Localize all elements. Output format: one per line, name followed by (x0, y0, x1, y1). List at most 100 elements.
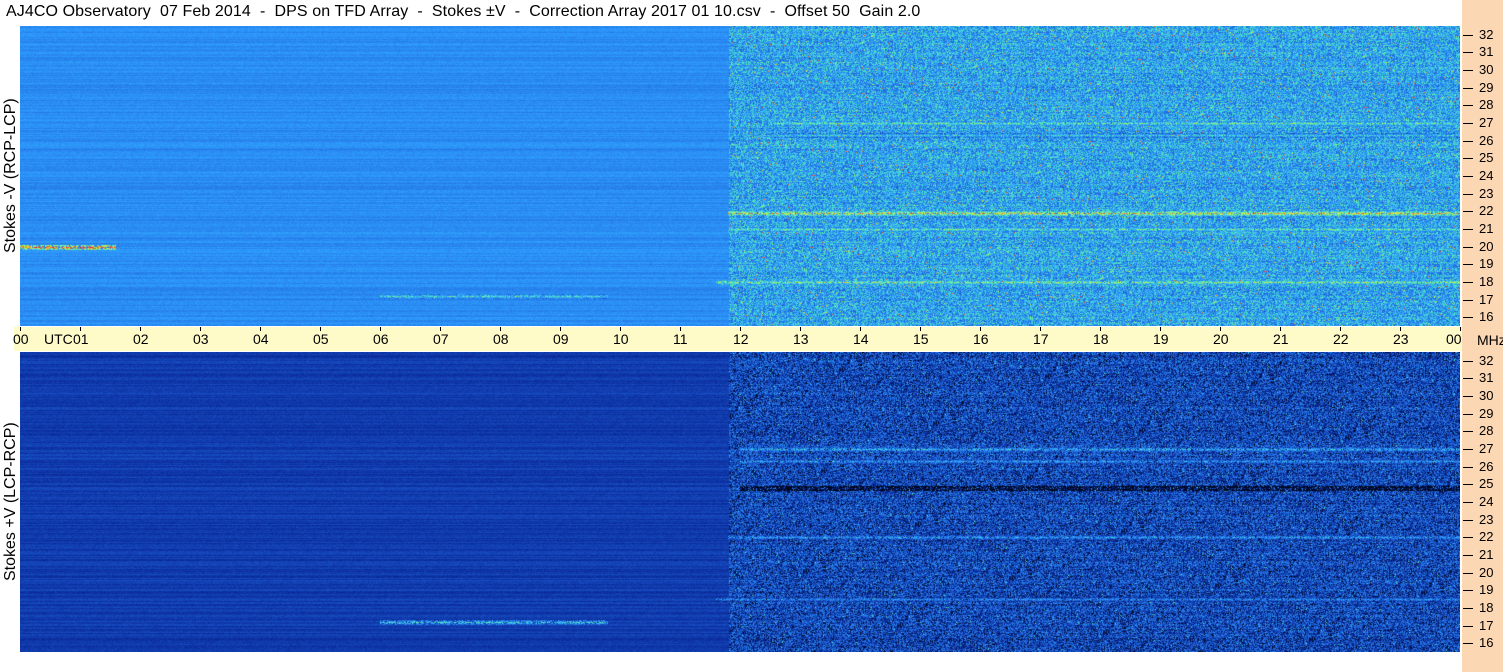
utc-tick-label: 04 (253, 331, 269, 347)
freq-tick-label: 17 (1479, 291, 1494, 307)
freq-tick-label: 29 (1479, 79, 1494, 95)
freq-tick-label: 20 (1479, 564, 1494, 580)
freq-tick-mark (1463, 123, 1473, 125)
freq-tick-label: 25 (1479, 150, 1494, 166)
panel-bottom-ylabel: Stokes +V (LCP-RCP) (2, 422, 19, 582)
freq-tick-mark (1463, 70, 1473, 72)
freq-tick-mark (1463, 299, 1473, 301)
freq-tick-label: 31 (1479, 370, 1494, 386)
utc-tick-label: 11 (673, 331, 688, 347)
freq-tick-mark (1463, 193, 1473, 195)
utc-tick-label: 00 (13, 331, 29, 347)
spectrogram-canvas-bottom (20, 352, 1460, 652)
utc-tick-label: 22 (1333, 331, 1349, 347)
freq-tick-label: 23 (1479, 185, 1494, 201)
utc-tick-label: 18 (1093, 331, 1109, 347)
freq-tick-label: 32 (1479, 26, 1494, 42)
utc-tick-label: 02 (133, 331, 149, 347)
freq-tick-mark (1463, 643, 1473, 645)
spectrogram-panel-stokes-minus-v (20, 26, 1460, 326)
utc-time-axis: 00 01 02 03 04 05 06 07 08 09 10 11 12 13 14 15 16 17 18 19… (13, 327, 1463, 351)
freq-tick-mark (1463, 360, 1473, 362)
freq-tick-mark (1463, 158, 1473, 160)
freq-tick-mark (1463, 264, 1473, 266)
freq-tick-mark (1463, 554, 1473, 556)
freq-tick-mark (1463, 396, 1473, 398)
freq-tick-mark (1463, 537, 1473, 539)
freq-tick-label: 21 (1479, 546, 1494, 562)
utc-tick-label: 16 (973, 331, 989, 347)
spectrogram-panel-stokes-plus-v (20, 352, 1460, 652)
freq-tick-mark (1463, 34, 1473, 36)
freq-tick-mark (1463, 317, 1473, 319)
freq-tick-label: 22 (1479, 203, 1494, 219)
utc-tick-label: 15 (913, 331, 929, 347)
mhz-unit-label: MHz (1477, 332, 1503, 348)
freq-tick-mark (1463, 105, 1473, 107)
freq-tick-mark (1463, 466, 1473, 468)
freq-tick-mark (1463, 246, 1473, 248)
freq-tick-label: 22 (1479, 529, 1494, 545)
freq-tick-label: 16 (1479, 635, 1494, 651)
freq-tick-mark (1463, 87, 1473, 89)
freq-tick-mark (1463, 590, 1473, 592)
freq-tick-mark (1463, 572, 1473, 574)
spectrogram-canvas-top (20, 26, 1460, 326)
freq-tick-label: 19 (1479, 256, 1494, 272)
utc-tick-label: 00 (1446, 331, 1462, 347)
freq-tick-label: 26 (1479, 458, 1494, 474)
freq-tick-label: 31 (1479, 44, 1494, 60)
freq-tick-mark (1463, 484, 1473, 486)
freq-tick-label: 24 (1479, 494, 1494, 509)
freq-tick-label: 28 (1479, 423, 1494, 439)
freq-tick-mark (1463, 413, 1473, 415)
freq-tick-label: 25 (1479, 476, 1494, 492)
utc-unit-label: UTC (44, 331, 73, 347)
freq-tick-label: 27 (1479, 441, 1494, 457)
freq-tick-label: 27 (1479, 115, 1494, 131)
utc-tick-label: 07 (433, 331, 449, 347)
freq-tick-mark (1463, 52, 1473, 54)
utc-tick-label: 05 (313, 331, 329, 347)
freq-tick-label: 23 (1479, 511, 1494, 527)
utc-tick-label: 13 (793, 331, 809, 347)
utc-tick-label: 06 (373, 331, 389, 347)
utc-tick-label: 20 (1213, 331, 1229, 347)
freq-tick-mark (1463, 607, 1473, 609)
freq-tick-label: 24 (1479, 168, 1494, 183)
freq-tick-mark (1463, 449, 1473, 451)
utc-tick-label: 03 (193, 331, 209, 347)
panel-top-ylabel: Stokes -V (RCP-LCP) (2, 98, 19, 254)
utc-tick-label: 08 (493, 331, 509, 347)
freq-tick-label: 17 (1479, 617, 1494, 633)
utc-tick-label: 23 (1393, 331, 1409, 347)
utc-tick-label: 12 (733, 331, 749, 347)
freq-tick-label: 20 (1479, 238, 1494, 254)
freq-tick-mark (1463, 140, 1473, 142)
utc-tick-label: 10 (613, 331, 629, 347)
utc-tick-label: 17 (1033, 331, 1049, 347)
freq-tick-label: 21 (1479, 220, 1494, 236)
spectrogram-figure: AJ4CO Observatory 07 Feb 2014 - DPS on T… (0, 0, 1503, 672)
utc-tick-label: 19 (1153, 331, 1169, 347)
freq-tick-mark (1463, 431, 1473, 433)
utc-tick-label: 14 (853, 331, 869, 347)
chart-title: AJ4CO Observatory 07 Feb 2014 - DPS on T… (6, 3, 921, 20)
utc-tick-label: 09 (553, 331, 569, 347)
freq-tick-mark (1463, 378, 1473, 380)
freq-tick-label: 30 (1479, 62, 1494, 78)
freq-tick-mark (1463, 281, 1473, 283)
freq-tick-label: 16 (1479, 309, 1494, 325)
freq-tick-label: 30 (1479, 388, 1494, 404)
freq-tick-label: 29 (1479, 405, 1494, 421)
freq-tick-mark (1463, 625, 1473, 627)
freq-tick-label: 32 (1479, 352, 1494, 368)
utc-tick-label: 01 (73, 331, 89, 347)
freq-tick-mark (1463, 176, 1473, 177)
freq-tick-mark (1463, 211, 1473, 213)
freq-tick-label: 18 (1479, 599, 1494, 615)
freq-tick-label: 19 (1479, 582, 1494, 598)
freq-tick-label: 28 (1479, 97, 1494, 113)
freq-tick-label: 18 (1479, 273, 1494, 289)
freq-tick-mark (1463, 228, 1473, 230)
